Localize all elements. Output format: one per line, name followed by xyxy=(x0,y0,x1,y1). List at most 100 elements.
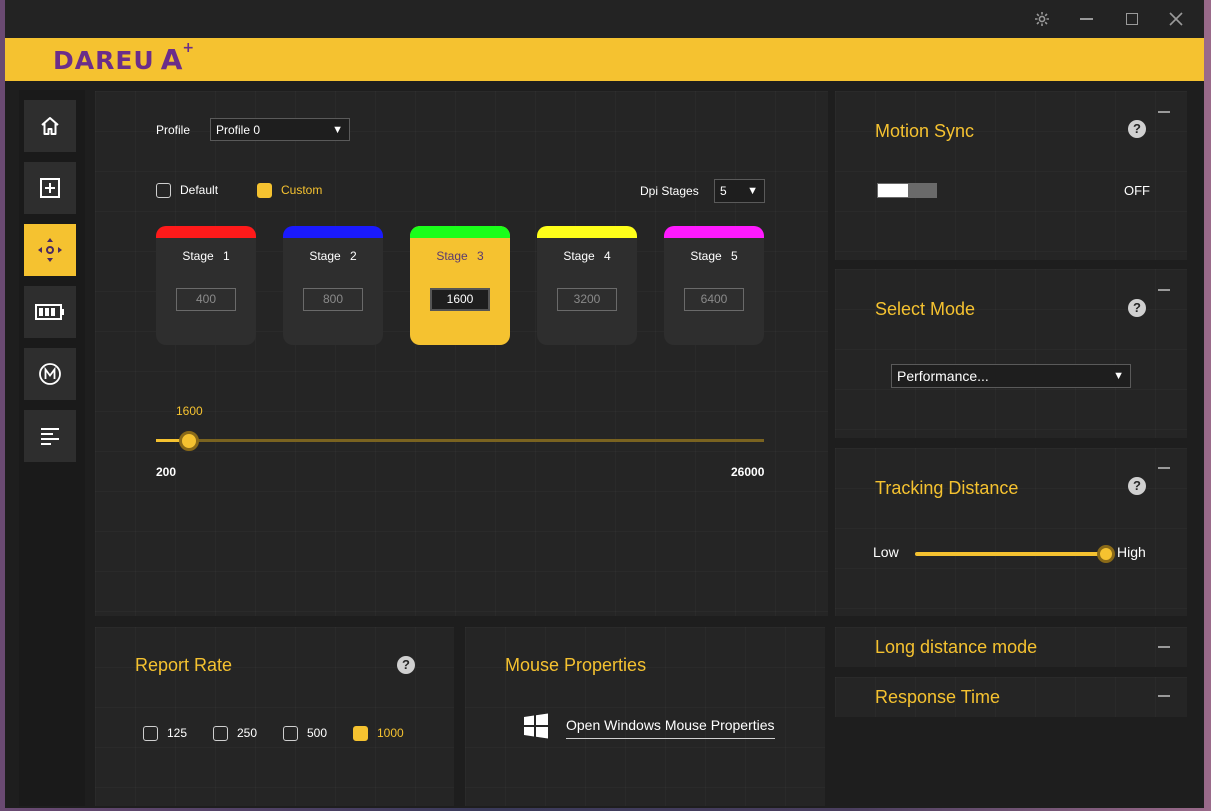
home-icon xyxy=(41,117,59,135)
sidebar-item-add[interactable] xyxy=(24,162,76,214)
help-icon[interactable]: ? xyxy=(1128,120,1146,138)
tracking-slider-track[interactable] xyxy=(915,552,1107,556)
collapse-icon[interactable] xyxy=(1158,695,1170,697)
stage-color-bar xyxy=(537,226,637,238)
sidebar-item-home[interactable] xyxy=(24,100,76,152)
response-time-panel[interactable]: Response Time xyxy=(835,677,1187,717)
collapse-icon[interactable] xyxy=(1158,289,1170,291)
stage-color-bar xyxy=(283,226,383,238)
sidebar-item-settings-list[interactable] xyxy=(24,410,76,462)
dpi-slider-min: 200 xyxy=(156,465,177,479)
help-icon[interactable]: ? xyxy=(1128,477,1146,495)
dpi-slider-current: 1600 xyxy=(176,404,203,418)
sidebar-item-dpi[interactable] xyxy=(24,224,76,276)
stage-name: Stage 3 xyxy=(436,249,484,263)
dpi-move-icon xyxy=(38,238,62,262)
dpi-panel: Profile Profile 0 ▼ Default Custom Dpi S… xyxy=(95,91,828,616)
motion-sync-state: OFF xyxy=(1124,183,1150,198)
select-mode-panel: Select Mode ? Performance... ▼ xyxy=(835,269,1187,438)
stage-name: Stage 1 xyxy=(182,249,230,263)
stage-card-1[interactable]: Stage 1 400 xyxy=(156,226,256,345)
tracking-slider-thumb[interactable] xyxy=(1097,545,1115,563)
windows-icon xyxy=(524,713,548,739)
chevron-down-icon: ▼ xyxy=(1113,370,1124,382)
collapse-icon[interactable] xyxy=(1158,111,1170,113)
collapse-icon[interactable] xyxy=(1158,646,1170,648)
open-mouse-properties-link[interactable]: Open Windows Mouse Properties xyxy=(566,717,775,739)
motion-sync-panel: Motion Sync ? OFF xyxy=(835,91,1187,260)
profile-label: Profile xyxy=(156,123,191,137)
dpi-stages-label: Dpi Stages xyxy=(640,184,699,198)
report-rate-title: Report Rate xyxy=(135,655,233,675)
rate-1000-label: 1000 xyxy=(377,726,404,740)
macro-icon xyxy=(39,363,61,385)
default-label: Default xyxy=(180,183,219,197)
stage-name: Stage 2 xyxy=(309,249,357,263)
dpi-slider-track[interactable] xyxy=(156,439,764,442)
dpi-stages-select[interactable]: 5 ▼ xyxy=(714,179,765,203)
select-mode-title: Select Mode xyxy=(875,299,976,319)
stage-card-5[interactable]: Stage 5 6400 xyxy=(664,226,764,345)
dpi-slider-max: 26000 xyxy=(731,465,765,479)
add-icon xyxy=(40,178,60,198)
rate-250-checkbox[interactable] xyxy=(213,726,228,741)
default-checkbox[interactable] xyxy=(156,183,171,198)
select-mode-dropdown[interactable]: Performance... ▼ xyxy=(891,364,1131,388)
rate-1000-checkbox[interactable] xyxy=(353,726,368,741)
rate-125-checkbox[interactable] xyxy=(143,726,158,741)
close-icon[interactable] xyxy=(1162,8,1190,30)
tracking-distance-title: Tracking Distance xyxy=(875,478,1019,498)
dpi-stages-value: 5 xyxy=(720,184,727,198)
long-distance-panel[interactable]: Long distance mode xyxy=(835,627,1187,667)
stage-color-bar xyxy=(664,226,764,238)
stage-card-3[interactable]: Stage 3 1600 xyxy=(410,226,510,345)
stage-color-bar xyxy=(410,226,510,238)
mouse-properties-title: Mouse Properties xyxy=(505,655,647,675)
stage-dpi-input[interactable]: 400 xyxy=(176,288,236,311)
brand-header: DAREU A + xyxy=(5,38,1204,81)
stage-card-2[interactable]: Stage 2 800 xyxy=(283,226,383,345)
help-icon[interactable]: ? xyxy=(1128,299,1146,317)
stage-name: Stage 5 xyxy=(690,249,738,263)
stage-dpi-input[interactable]: 1600 xyxy=(430,288,490,311)
stage-dpi-input[interactable]: 6400 xyxy=(684,288,744,311)
dpi-slider-thumb[interactable] xyxy=(179,431,199,451)
rate-125-label: 125 xyxy=(167,726,188,740)
custom-label: Custom xyxy=(281,183,323,197)
select-mode-value: Performance... xyxy=(897,368,989,384)
logo-text: DAREU xyxy=(53,45,155,75)
stage-dpi-input[interactable]: 800 xyxy=(303,288,363,311)
response-time-title: Response Time xyxy=(875,687,1001,707)
profile-select[interactable]: Profile 0 ▼ xyxy=(210,118,350,141)
custom-checkbox[interactable] xyxy=(257,183,272,198)
motion-sync-toggle[interactable] xyxy=(877,183,937,198)
mouse-properties-panel: Mouse Properties Open Windows Mouse Prop… xyxy=(465,627,825,806)
stage-dpi-input[interactable]: 3200 xyxy=(557,288,617,311)
stage-name: Stage 4 xyxy=(563,249,611,263)
chevron-down-icon: ▼ xyxy=(332,123,343,136)
minimize-icon[interactable] xyxy=(1072,8,1100,30)
help-icon[interactable]: ? xyxy=(397,656,415,674)
stage-card-4[interactable]: Stage 4 3200 xyxy=(537,226,637,345)
logo-mark: A xyxy=(160,43,183,76)
sidebar-item-macro[interactable] xyxy=(24,348,76,400)
tracking-distance-panel: Tracking Distance ? Low High xyxy=(835,448,1187,616)
menu-lines-icon xyxy=(41,428,59,445)
stage-color-bar xyxy=(156,226,256,238)
maximize-icon[interactable] xyxy=(1118,8,1146,30)
tracking-high-label: High xyxy=(1117,544,1146,560)
profile-value: Profile 0 xyxy=(216,122,261,137)
app-window: DAREU A + Profile Profile 0 ▼ Default Cu… xyxy=(5,0,1204,808)
gear-icon[interactable] xyxy=(1028,8,1056,30)
collapse-icon[interactable] xyxy=(1158,467,1170,469)
title-bar xyxy=(5,0,1204,38)
logo-plus: + xyxy=(182,40,195,56)
toggle-knob xyxy=(878,184,908,197)
report-rate-panel: Report Rate ? 125 250 500 1000 xyxy=(95,627,454,806)
sidebar-item-battery[interactable] xyxy=(24,286,76,338)
rate-500-label: 500 xyxy=(307,726,328,740)
rate-500-checkbox[interactable] xyxy=(283,726,298,741)
sidebar xyxy=(19,90,85,806)
long-distance-title: Long distance mode xyxy=(875,637,1038,657)
rate-250-label: 250 xyxy=(237,726,258,740)
